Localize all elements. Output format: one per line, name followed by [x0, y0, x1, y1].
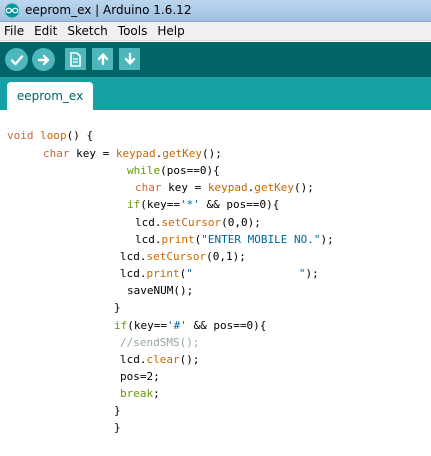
- code-line-9: lcd.print(" ");: [120, 267, 319, 280]
- code-line-6: lcd.setCursor(0,0);: [135, 216, 261, 229]
- code-line-10: saveNUM();: [127, 284, 194, 297]
- code-line-16: break;: [120, 387, 160, 400]
- code-line-3: while(pos==0){: [127, 164, 220, 177]
- code-line-2: char key = keypad.getKey();: [43, 147, 222, 160]
- menu-tools[interactable]: Tools: [114, 24, 152, 38]
- code-line-14: lcd.clear();: [120, 353, 200, 366]
- checkmark-icon: [10, 54, 23, 65]
- code-line-18: }: [114, 421, 121, 434]
- code-line-15: pos=2;: [120, 370, 160, 383]
- upload-button[interactable]: [32, 48, 55, 71]
- code-line-17: }: [114, 404, 121, 417]
- code-line-8: lcd.setCursor(0,1);: [120, 250, 246, 263]
- arduino-logo-icon: [5, 3, 19, 18]
- menu-sketch[interactable]: Sketch: [63, 24, 111, 38]
- tab-eeprom-ex[interactable]: eeprom_ex: [7, 82, 93, 110]
- arrow-right-icon: [37, 54, 49, 65]
- new-file-icon: [70, 51, 81, 67]
- menu-edit[interactable]: Edit: [30, 24, 61, 38]
- menu-bar: File Edit Sketch Tools Help: [0, 22, 431, 41]
- code-editor[interactable]: void loop() { char key = keypad.getKey()…: [0, 110, 431, 456]
- verify-button[interactable]: [5, 48, 28, 71]
- menu-help[interactable]: Help: [153, 24, 188, 38]
- tab-label: eeprom_ex: [16, 89, 84, 103]
- code-line-4: char key = keypad.getKey();: [135, 181, 314, 194]
- code-line-11: }: [114, 301, 121, 314]
- window-title: eeprom_ex | Arduino 1.6.12: [25, 3, 192, 17]
- code-line-13: //sendSMS();: [120, 336, 200, 349]
- arrow-down-icon: [124, 52, 135, 65]
- window-title-bar[interactable]: eeprom_ex | Arduino 1.6.12: [0, 0, 431, 22]
- open-sketch-button[interactable]: [92, 48, 113, 70]
- menu-file[interactable]: File: [0, 24, 28, 38]
- code-line-1: void loop() {: [7, 129, 94, 142]
- code-line-7: lcd.print("ENTER MOBILE NO.");: [135, 233, 334, 246]
- arrow-up-icon: [97, 53, 108, 66]
- new-sketch-button[interactable]: [65, 48, 86, 70]
- tab-strip: eeprom_ex: [0, 77, 431, 110]
- save-sketch-button[interactable]: [119, 48, 140, 70]
- toolbar: [0, 42, 431, 77]
- code-line-5: if(key=='*' && pos==0){: [127, 198, 280, 211]
- code-line-12: if(key=='#' && pos==0){: [114, 319, 267, 332]
